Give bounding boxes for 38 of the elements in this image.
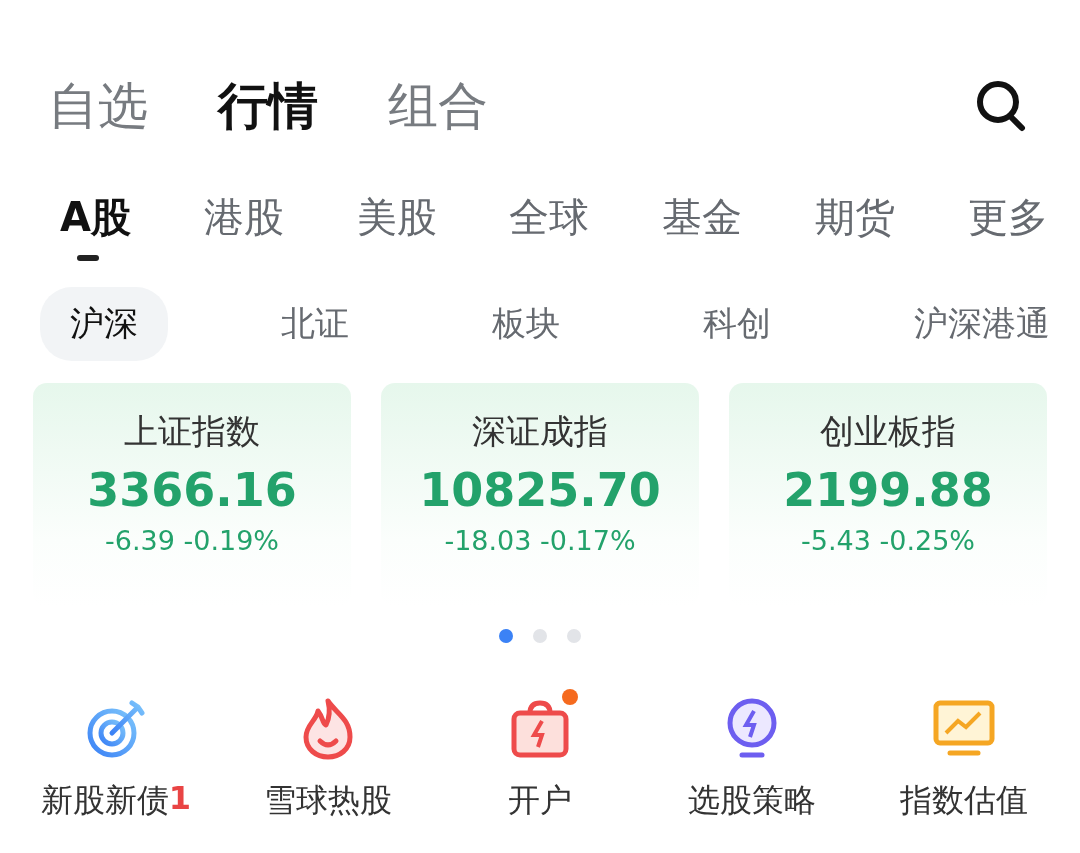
market-tab[interactable]: 基金 — [662, 190, 743, 261]
market-tab[interactable]: A股 — [60, 190, 131, 261]
count-label: 1 — [168, 779, 192, 819]
shortcut-label: 选股策略 — [688, 780, 816, 821]
market-tab[interactable]: 美股 — [356, 190, 437, 261]
shortcut-button[interactable]: 选股策略 — [652, 683, 852, 823]
page-tab[interactable]: 行情 — [218, 72, 318, 140]
page-dot[interactable] — [499, 629, 513, 643]
market-tab[interactable]: 全球 — [509, 190, 590, 261]
shortcut-button[interactable]: 雪球热股 — [228, 683, 428, 823]
shortcut-label: 指数估值 — [900, 780, 1028, 821]
shortcut-label: 新股新债 — [40, 780, 169, 821]
shortcut-button[interactable]: 指数估值 — [864, 683, 1064, 823]
index-change: -18.03 -0.17% — [444, 525, 636, 556]
page-dot[interactable] — [567, 629, 581, 643]
index-value: 10825.70 — [419, 463, 661, 517]
sub-tab[interactable]: 科创 — [673, 287, 801, 361]
market-tab[interactable]: 期货 — [815, 190, 896, 261]
index-change: -6.39 -0.19% — [105, 525, 279, 556]
index-name: 创业板指 — [820, 410, 956, 453]
index-value: 3366.16 — [87, 463, 297, 517]
sub-tab[interactable]: 沪深港通 — [884, 287, 1050, 361]
shortcut-button[interactable]: 开户 — [440, 683, 640, 823]
index-name: 上证指数 — [124, 410, 260, 453]
shortcut-label: 雪球热股 — [264, 780, 392, 821]
market-tab[interactable]: 更多 — [967, 190, 1048, 261]
sub-tab[interactable]: 北证 — [251, 287, 379, 361]
shortcut-button[interactable]: 新股新债1 — [16, 683, 216, 823]
sub-tab[interactable]: 沪深 — [40, 287, 168, 361]
index-name: 深证成指 — [472, 410, 608, 453]
index-value: 2199.88 — [783, 463, 993, 517]
index-change: -5.43 -0.25% — [801, 525, 975, 556]
market-tab[interactable]: 港股 — [203, 190, 284, 261]
shortcut-label: 开户 — [508, 780, 572, 821]
page-dot[interactable] — [533, 629, 547, 643]
page-tab[interactable]: 组合 — [388, 72, 488, 140]
sub-tab[interactable]: 板块 — [462, 287, 590, 361]
page-tab[interactable]: 自选 — [48, 72, 148, 140]
